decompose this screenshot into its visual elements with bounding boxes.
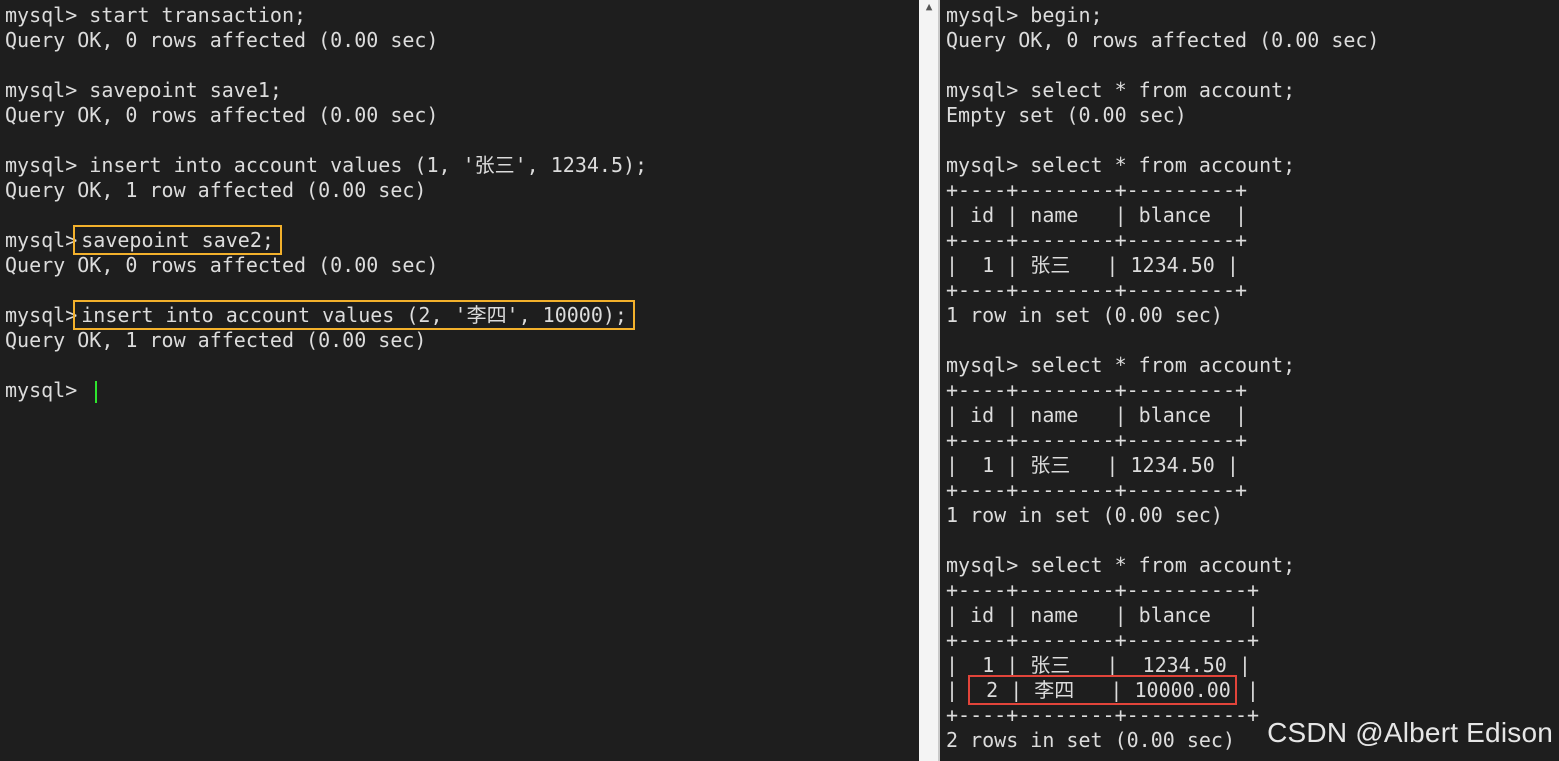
terminal-line: +----+--------+---------+ — [946, 478, 1379, 503]
terminal-line: | id | name | blance | — [946, 603, 1379, 628]
terminal-line: 1 row in set (0.00 sec) — [946, 303, 1379, 328]
prompt-text: mysql> — [5, 303, 78, 327]
terminal-line: Query OK, 0 rows affected (0.00 sec) — [5, 103, 647, 128]
output-text: +----+--------+----------+ — [946, 578, 1260, 602]
output-text: | 1 | 张三 | 1234.50 | — [946, 453, 1239, 477]
prompt-text: mysql> — [5, 78, 90, 102]
output-text: Query OK, 0 rows affected (0.00 sec) — [946, 28, 1380, 52]
terminal-line: 1 row in set (0.00 sec) — [946, 503, 1379, 528]
prompt-text: mysql> — [5, 228, 78, 252]
terminal-line: | id | name | blance | — [946, 203, 1379, 228]
highlighted-row: 2 | 李四 | 10000.00 — [968, 675, 1237, 705]
output-text: Query OK, 0 rows affected (0.00 sec) — [5, 28, 439, 52]
terminal-line: mysql> — [5, 378, 647, 403]
output-text: +----+--------+---------+ — [946, 228, 1248, 252]
terminal-line: | id | name | blance | — [946, 403, 1379, 428]
output-text: 1 row in set (0.00 sec) — [946, 303, 1223, 327]
output-text: | id | name | blance | — [946, 603, 1260, 627]
output-text: | id | name | blance | — [946, 403, 1248, 427]
output-text: Query OK, 0 rows affected (0.00 sec) — [5, 103, 439, 127]
highlighted-command: insert into account values (2, '李四', 100… — [73, 300, 635, 330]
output-text: mysql> select * from account; — [946, 153, 1296, 177]
terminal-line: | 1 | 张三 | 1234.50 | — [946, 253, 1379, 278]
terminal-line: mysql> select * from account; — [946, 153, 1379, 178]
terminal-line: mysql> select * from account; — [946, 353, 1379, 378]
prompt-text: mysql> — [5, 378, 90, 402]
terminal-line: +----+--------+---------+ — [946, 428, 1379, 453]
output-text: +----+--------+----------+ — [946, 703, 1260, 727]
terminal-line: Query OK, 1 row affected (0.00 sec) — [5, 328, 647, 353]
output-text: +----+--------+---------+ — [946, 278, 1248, 302]
command-text: savepoint save1; — [89, 78, 282, 102]
terminal-line: mysql> start transaction; — [5, 3, 647, 28]
command-text: start transaction; — [89, 3, 307, 27]
terminal-line: mysql> savepoint save2; — [5, 225, 647, 255]
watermark: CSDN @Albert Edison — [1267, 717, 1553, 748]
right-terminal-output: mysql> begin; Query OK, 0 rows affected (… — [946, 3, 1379, 753]
output-text: mysql> begin; — [946, 3, 1103, 27]
left-terminal-pane[interactable]: mysql> start transaction; Query OK, 0 row… — [0, 0, 919, 761]
terminal-line: mysql> select * from account; — [946, 553, 1379, 578]
output-text: Empty set (0.00 sec) — [946, 103, 1187, 127]
terminal-line: mysql> savepoint save1; — [5, 78, 647, 103]
terminal-line: +----+--------+---------+ — [946, 228, 1379, 253]
highlighted-command: savepoint save2; — [73, 225, 282, 255]
output-text: +----+--------+---------+ — [946, 178, 1248, 202]
output-text: Query OK, 0 rows affected (0.00 sec) — [5, 253, 439, 277]
output-text: | 1 | 张三 | 1234.50 | — [946, 253, 1239, 277]
prompt-text: mysql> — [5, 153, 90, 177]
terminal-line: Query OK, 0 rows affected (0.00 sec) — [946, 28, 1379, 53]
output-text: mysql> select * from account; — [946, 553, 1296, 577]
output-text: mysql> select * from account; — [946, 78, 1296, 102]
output-text: Query OK, 1 row affected (0.00 sec) — [5, 328, 427, 352]
terminal-line: mysql> select * from account; — [946, 78, 1379, 103]
output-text: mysql> select * from account; — [946, 353, 1296, 377]
terminal-line: +----+--------+---------+ — [946, 378, 1379, 403]
terminal-line: +----+--------+----------+ — [946, 578, 1379, 603]
output-text: 2 rows in set (0.00 sec) — [946, 728, 1235, 752]
terminal-line: | 1 | 张三 | 1234.50 | — [946, 453, 1379, 478]
terminal-line: | 1 | 张三 | 1234.50 | — [946, 653, 1379, 678]
terminal-line: mysql> insert into account values (2, '李四… — [5, 300, 647, 330]
terminal-line: Query OK, 0 rows affected (0.00 sec) — [5, 253, 647, 278]
terminal-line: Query OK, 0 rows affected (0.00 sec) — [5, 28, 647, 53]
terminal-line: | 2 | 李四 | 10000.00 | — [946, 675, 1379, 705]
output-text: +----+--------+----------+ — [946, 628, 1260, 652]
right-terminal-pane[interactable]: mysql> begin; Query OK, 0 rows affected (… — [940, 0, 1559, 761]
scroll-up-icon[interactable]: ▲ — [921, 0, 937, 14]
output-text: | id | name | blance | — [946, 203, 1248, 227]
terminal-line: +----+--------+---------+ — [946, 278, 1379, 303]
terminal-line: mysql> begin; — [946, 3, 1379, 28]
text-cursor — [95, 380, 98, 403]
terminal-line: Query OK, 1 row affected (0.00 sec) — [5, 178, 647, 203]
output-text: 1 row in set (0.00 sec) — [946, 503, 1223, 527]
prompt-text: mysql> — [5, 3, 90, 27]
output-text: Query OK, 1 row affected (0.00 sec) — [5, 178, 427, 202]
output-text: +----+--------+---------+ — [946, 478, 1248, 502]
terminal-line: +----+--------+---------+ — [946, 178, 1379, 203]
left-terminal-output: mysql> start transaction; Query OK, 0 row… — [5, 3, 647, 403]
output-text: +----+--------+---------+ — [946, 428, 1248, 452]
table-border-text: | — [946, 678, 971, 702]
command-text: insert into account values (1, '张三', 123… — [89, 153, 648, 177]
pane-divider[interactable] — [919, 0, 940, 761]
terminal-line: Empty set (0.00 sec) — [946, 103, 1379, 128]
terminal-line: +----+--------+----------+ — [946, 628, 1379, 653]
output-text: | 1 | 张三 | 1234.50 | — [946, 653, 1251, 677]
output-text: +----+--------+---------+ — [946, 378, 1248, 402]
terminal-line: mysql> insert into account values (1, '张… — [5, 153, 647, 178]
table-border-text: | — [1234, 678, 1259, 702]
